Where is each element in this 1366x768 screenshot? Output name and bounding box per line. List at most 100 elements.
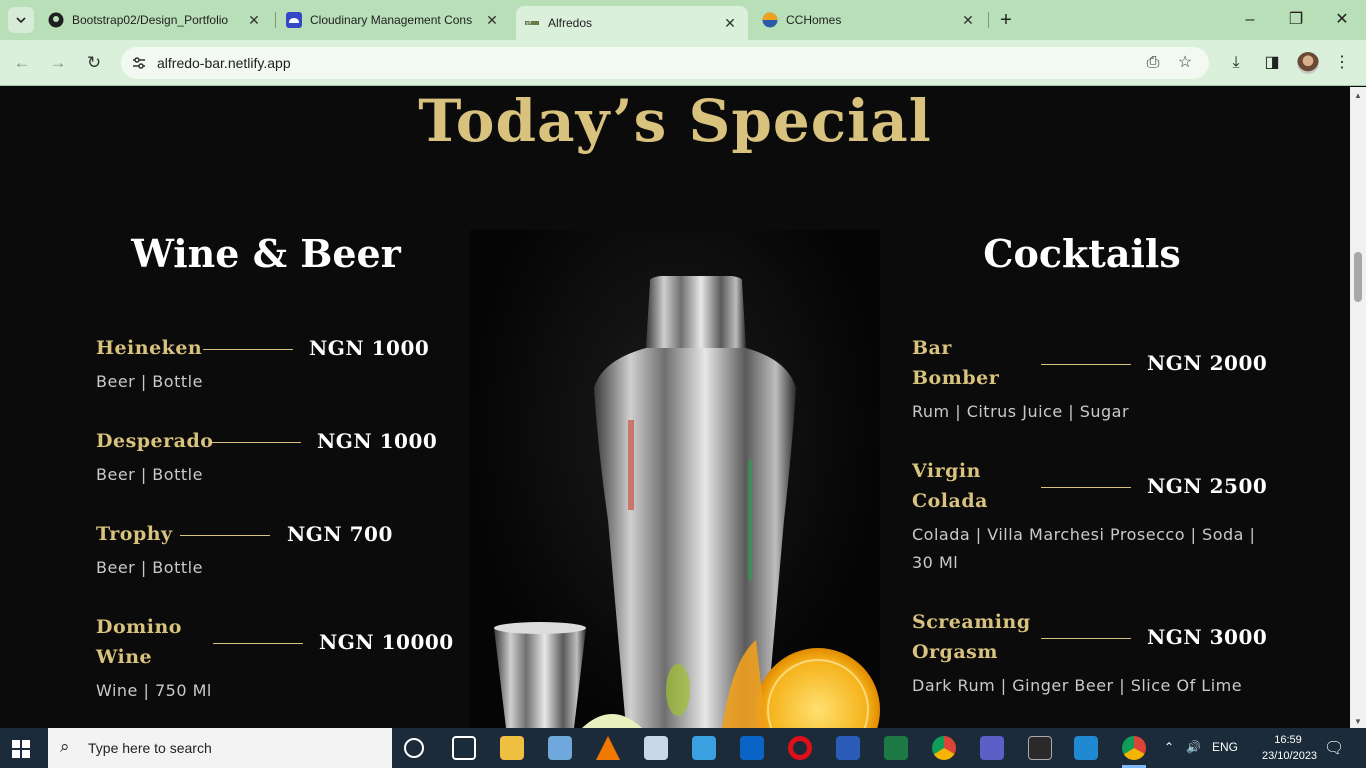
svg-text:alf: alf — [526, 21, 532, 26]
word-icon[interactable] — [836, 736, 860, 760]
new-tab-plus-icon[interactable]: + — [995, 10, 1017, 32]
install-app-icon[interactable]: ⎙ — [1143, 53, 1163, 73]
clock-time: 16:59 — [1274, 734, 1302, 746]
chevron-down-icon — [16, 17, 26, 24]
tab-cloudinary[interactable]: Cloudinary Management Cons ✕ — [278, 0, 510, 40]
reload-icon[interactable]: ↻ — [82, 51, 106, 75]
notification-icon[interactable]: 🗨 — [1324, 738, 1344, 758]
close-icon[interactable]: ✕ — [722, 15, 738, 31]
wine-beer-heading: Wine & Beer — [131, 231, 401, 276]
item-description: Beer | Bottle — [96, 558, 203, 577]
close-icon[interactable]: ✕ — [484, 12, 500, 28]
search-placeholder: Type here to search — [88, 740, 212, 756]
item-description: Dark Rum | Ginger Beer | Slice Of Lime — [912, 676, 1243, 695]
window-close-icon[interactable]: ✕ — [1330, 8, 1354, 32]
item-name-line-1: Virgin — [912, 460, 981, 482]
vscode-icon[interactable] — [1074, 736, 1098, 760]
task-view-icon[interactable] — [452, 736, 476, 760]
clock-date: 23/10/2023 — [1262, 750, 1318, 762]
item-name: Heineken — [96, 337, 203, 359]
item-name-line-2: Orgasm — [912, 641, 998, 663]
item-name-line-2: Colada — [912, 490, 988, 512]
page-scrollbar[interactable]: ▲ ▼ — [1350, 87, 1366, 728]
cortana-icon[interactable] — [404, 738, 424, 758]
cocktail-shaker-image — [470, 230, 880, 728]
site-info-icon[interactable] — [131, 55, 147, 71]
news-app-icon[interactable] — [692, 736, 716, 760]
tab-cchomes[interactable]: CCHomes ✕ — [754, 0, 986, 40]
item-price: NGN 2500 — [1147, 474, 1268, 498]
item-divider — [211, 442, 301, 443]
tray-chevron-up-icon[interactable]: ⌃ — [1164, 740, 1174, 754]
chrome-active-icon[interactable] — [1122, 736, 1146, 760]
opera-icon[interactable] — [788, 736, 812, 760]
taskbar-clock[interactable]: 16:59 23/10/2023 — [1262, 732, 1318, 764]
item-divider — [1041, 487, 1131, 488]
tab-strip: Bootstrap02/Design_Portfolio ✕ Cloudinar… — [0, 0, 1366, 40]
item-description-line-1: Colada | Villa Marchesi Prosecco | Soda … — [912, 525, 1256, 544]
item-description-line-2: 30 Ml — [912, 553, 959, 572]
scrollbar-thumb[interactable] — [1354, 252, 1362, 302]
item-name: Desperado — [96, 430, 214, 452]
browser-toolbar: ← → ↻ alfredo-bar.netlify.app ⎙ ☆ ⤓ ◨ ⋮ — [0, 40, 1366, 86]
item-name-line-1: Bar — [912, 337, 952, 359]
tab-separator — [988, 12, 989, 28]
item-divider — [203, 349, 293, 350]
item-divider — [1041, 638, 1131, 639]
menu-kebab-icon[interactable]: ⋮ — [1331, 52, 1353, 74]
volume-icon[interactable]: 🔊 — [1186, 740, 1201, 754]
item-price: NGN 1000 — [309, 336, 430, 360]
profile-avatar[interactable] — [1297, 52, 1319, 74]
download-icon[interactable]: ⤓ — [1225, 52, 1247, 74]
tab-alfredos[interactable]: alf Alfredos ✕ — [516, 6, 748, 40]
tab-title: Alfredos — [548, 16, 593, 30]
language-indicator[interactable]: ENG — [1212, 740, 1238, 754]
windows-start-icon[interactable] — [12, 740, 30, 758]
restore-icon[interactable]: ❐ — [1284, 8, 1308, 32]
item-divider — [180, 535, 270, 536]
tab-search-button[interactable] — [8, 7, 34, 33]
network-app-icon[interactable] — [644, 736, 668, 760]
scroll-down-arrow-icon[interactable]: ▼ — [1354, 717, 1362, 726]
bookmark-star-icon[interactable]: ☆ — [1175, 53, 1195, 73]
side-panel-icon[interactable]: ◨ — [1261, 52, 1283, 74]
forward-arrow-icon[interactable]: → — [46, 51, 70, 75]
item-description: Beer | Bottle — [96, 465, 203, 484]
address-bar[interactable]: alfredo-bar.netlify.app ⎙ ☆ — [121, 47, 1209, 79]
item-price: NGN 2000 — [1147, 351, 1268, 375]
tab-title: CCHomes — [786, 13, 842, 27]
file-explorer-icon[interactable] — [500, 736, 524, 760]
item-description: Rum | Citrus Juice | Sugar — [912, 402, 1130, 421]
minimize-icon[interactable]: – — [1238, 8, 1262, 32]
taskbar-search-box[interactable]: ⌕ Type here to search — [48, 728, 392, 768]
close-icon[interactable]: ✕ — [960, 12, 976, 28]
item-description: Beer | Bottle — [96, 372, 203, 391]
cchomes-icon — [762, 12, 778, 28]
item-price: NGN 700 — [287, 522, 393, 546]
teams-icon[interactable] — [980, 736, 1004, 760]
item-description: Wine | 750 Ml — [96, 681, 212, 700]
tab-github[interactable]: Bootstrap02/Design_Portfolio ✕ — [40, 0, 272, 40]
item-name-line-2: Wine — [96, 646, 153, 668]
item-price: NGN 3000 — [1147, 625, 1268, 649]
cocktails-heading: Cocktails — [983, 231, 1181, 276]
shaker-illustration — [494, 276, 880, 728]
excel-icon[interactable] — [884, 736, 908, 760]
close-icon[interactable]: ✕ — [246, 12, 262, 28]
terminal-icon[interactable] — [1028, 736, 1052, 760]
tab-title: Bootstrap02/Design_Portfolio — [72, 13, 229, 27]
scroll-up-arrow-icon[interactable]: ▲ — [1354, 91, 1362, 100]
vlc-icon[interactable] — [596, 736, 620, 760]
web-page: Today’s Special Wine & Beer Heineken NGN… — [0, 87, 1350, 728]
outlook-icon[interactable] — [740, 736, 764, 760]
alfredos-favicon: alf — [525, 21, 539, 26]
chrome-icon[interactable] — [932, 736, 956, 760]
cloudinary-icon — [286, 12, 302, 28]
item-price: NGN 1000 — [317, 429, 438, 453]
url-text: alfredo-bar.netlify.app — [157, 55, 291, 71]
tab-title: Cloudinary Management Cons — [310, 13, 473, 27]
windows-taskbar: ⌕ Type here to search ⌃ 🔊 ENG 16:59 23/1… — [0, 728, 1366, 768]
item-price: NGN 10000 — [319, 630, 454, 654]
photos-app-icon[interactable] — [548, 736, 572, 760]
back-arrow-icon[interactable]: ← — [10, 51, 34, 75]
